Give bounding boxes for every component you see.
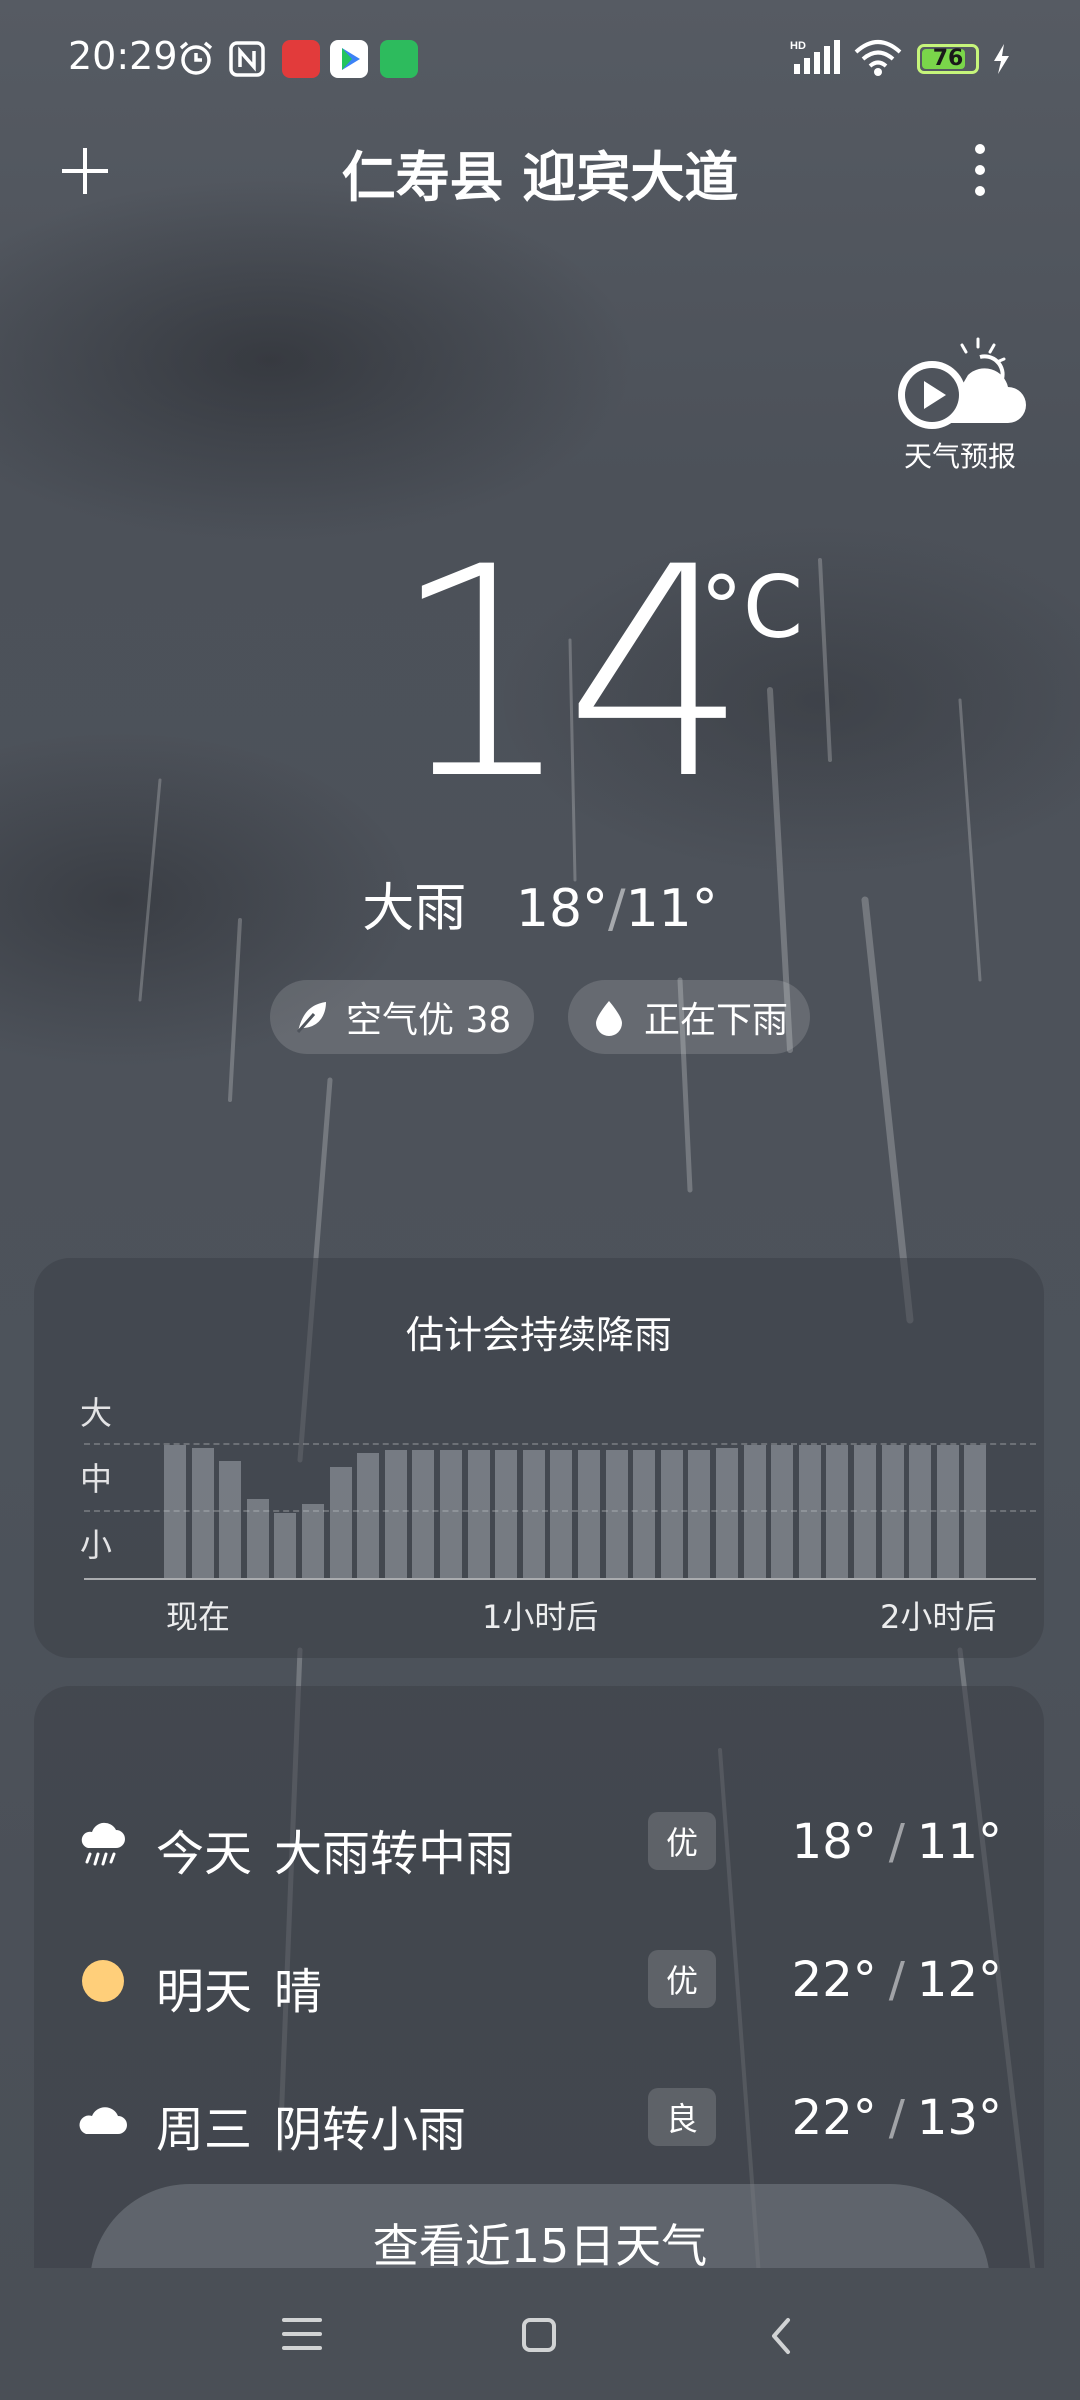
forecast-row-tomorrow[interactable]: 明天 晴 优 22°/12° [34,1930,1044,2030]
today-high: 18° [515,879,609,939]
y-label-light: 小 [80,1526,113,1564]
day-condition: 大雨转中雨 [274,1826,515,1882]
rain-status-pill[interactable]: 正在下雨 [568,980,810,1054]
precipitation-bar [440,1449,462,1578]
precipitation-bar [246,1499,269,1578]
precipitation-bar [881,1445,904,1578]
day-low: 13° [916,2090,1002,2146]
forecast-row-wednesday[interactable]: 周三 阴转小雨 良 22°/13° [34,2068,1044,2168]
precipitation-bar [412,1449,435,1578]
news-app-icon [282,40,320,78]
x-label-1h: 1小时后 [482,1598,599,1636]
battery-level: 76 [932,46,964,71]
today-low: 11° [625,879,718,939]
aqi-badge: 优 [648,1950,716,2008]
precipitation-bar [964,1445,987,1578]
menu-icon[interactable] [282,2316,322,2352]
x-label-now: 现在 [166,1598,231,1636]
precipitation-bar [329,1466,352,1578]
aqi-badge: 良 [648,2088,716,2146]
cloud-icon [79,2107,127,2134]
day-high: 22° [791,2090,877,2146]
precipitation-bar [357,1453,380,1578]
wifi-icon [854,40,902,76]
day-name: 今天 [156,1826,253,1882]
charging-icon [994,44,1009,74]
precipitation-bar [660,1449,683,1578]
day-name: 明天 [156,1964,253,2020]
temperature-unit: °C [700,558,804,658]
alarm-icon [179,41,213,75]
current-temperature: 14 [390,506,749,843]
current-condition-line: 大雨 18°/11° [362,879,718,939]
back-icon[interactable] [762,2316,802,2356]
day-temperatures: 18°/11° [791,1814,1002,1870]
precipitation-card: 估计会持续降雨 大 中 小 现在 1小时后 2小时后 [34,1258,1044,1658]
current-condition: 大雨 [362,879,467,939]
precipitation-bar [826,1445,849,1578]
precipitation-bar [688,1449,711,1578]
air-quality-text: 空气优 38 [346,1000,512,1041]
weather-forecast-label: 天气预报 [903,440,1016,473]
precipitation-bar [495,1449,518,1578]
precipitation-bar [164,1445,186,1578]
status-time: 20:29 [68,34,178,78]
air-quality-pill[interactable]: 空气优 38 [270,980,534,1054]
precipitation-bar [605,1449,628,1578]
day-low: 11° [916,1814,1002,1870]
precipitation-title: 估计会持续降雨 [405,1313,672,1357]
home-icon[interactable] [522,2318,556,2352]
y-label-moderate: 中 [80,1460,113,1498]
precipitation-bar [716,1447,738,1578]
rain-status-text: 正在下雨 [644,1000,789,1041]
precipitation-bar [522,1449,545,1578]
precipitation-bar [578,1449,600,1578]
x-label-2h: 2小时后 [880,1598,997,1636]
day-high: 18° [791,1814,877,1870]
precipitation-bar [467,1449,490,1578]
raindrop-icon [596,1001,622,1036]
precipitation-bar [743,1445,766,1578]
nfc-icon [229,41,265,77]
more-options-button[interactable] [960,140,998,200]
precipitation-bar [936,1445,959,1578]
leaf-icon [296,1002,326,1033]
signal-icon: HD [790,40,840,74]
forecast-row-today[interactable]: 今天 大雨转中雨 优 18°/11° [34,1792,1044,1892]
precipitation-bar [854,1445,876,1578]
precipitation-bar [302,1503,324,1578]
precipitation-bar [798,1445,821,1578]
aqi-badge: 优 [648,1812,716,1870]
precipitation-bar [219,1460,242,1578]
day-temperatures: 22°/12° [791,1952,1002,2008]
precipitation-bar [191,1447,214,1578]
precipitation-bar [909,1445,932,1578]
chart-baseline [84,1578,1036,1580]
weather-forecast-video-button[interactable]: 天气预报 [890,335,1030,475]
network-badge: HD [790,40,806,52]
sun-icon [82,1960,124,2002]
precipitation-bar [274,1512,297,1578]
day-condition: 晴 [274,1964,323,2020]
y-label-heavy: 大 [80,1394,113,1432]
precipitation-bar [384,1449,407,1578]
battery-indicator: 76 [917,44,979,74]
day-high: 22° [791,1952,877,2008]
precipitation-bar [633,1449,656,1578]
precipitation-bar [550,1449,573,1578]
location-title: 仁寿县 迎宾大道 [341,146,739,209]
day-condition: 阴转小雨 [274,2102,467,2158]
precipitation-bar [771,1445,794,1578]
play-store-icon [330,40,368,78]
add-location-button[interactable] [60,146,110,196]
day-low: 12° [916,1952,1002,2008]
heavy-rain-icon [81,1822,125,1866]
play-cloud-icon [898,337,1026,429]
day-temperatures: 22°/13° [791,2090,1002,2146]
status-bar: 20:29 HD 76 [0,0,1080,118]
day-name: 周三 [156,2102,253,2158]
video-app-icon [380,40,418,78]
